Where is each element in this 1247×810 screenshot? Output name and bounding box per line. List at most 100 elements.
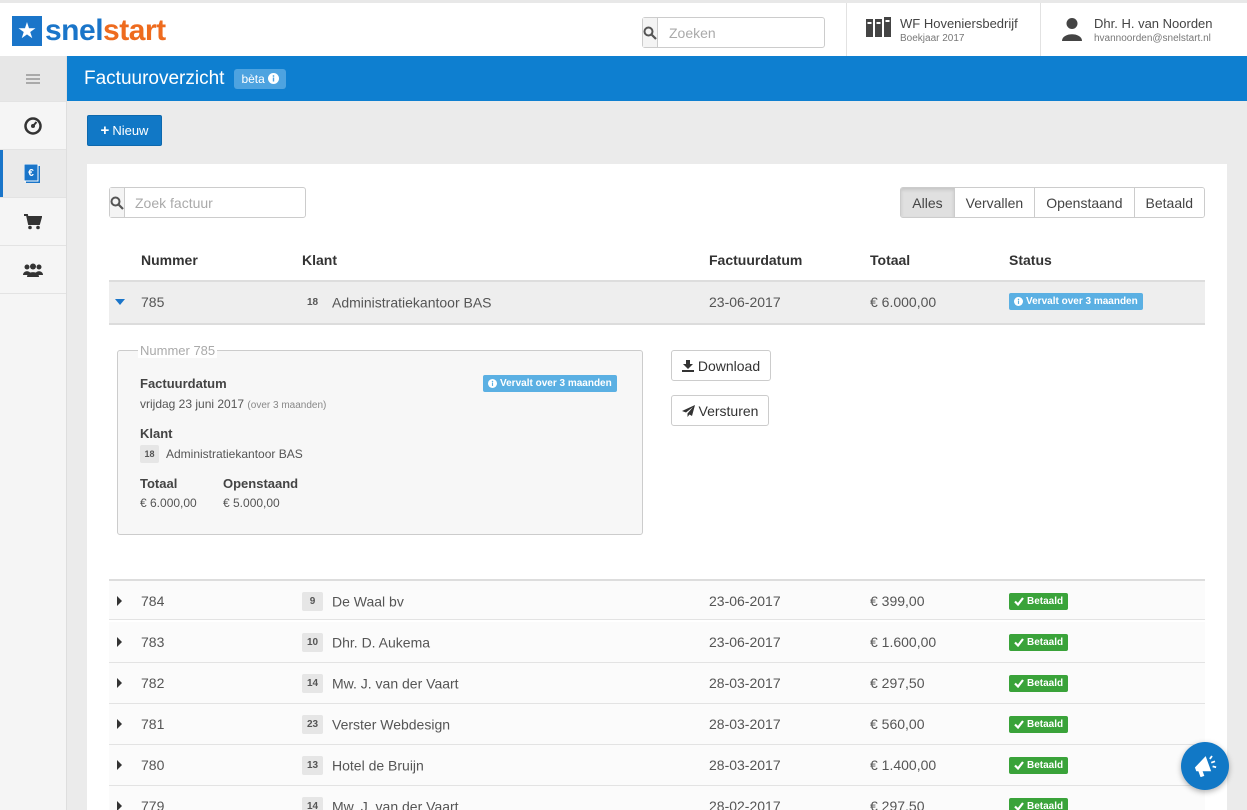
filter-overdue[interactable]: Vervallen [953,188,1035,217]
expand-caret-icon[interactable] [117,637,122,647]
detail-legend: Nummer 785 [138,343,218,358]
invoice-number: 782 [141,675,165,691]
client-number: 13 [302,756,323,775]
table-row-expanded[interactable]: 785 18 Administratiekantoor BAS 23-06-201… [109,282,1205,325]
detail-client-label: Klant [140,426,173,441]
invoice-date: 28-03-2017 [709,716,781,732]
invoice-total: € 399,00 [870,593,925,609]
table-row[interactable]: 782 14 Mw. J. van der Vaart 28-03-2017 € … [109,663,1205,704]
header-divider [846,3,847,59]
invoice-detail-fieldset: Nummer 785 Factuurdatum vrijdag 23 juni … [117,343,643,535]
sidebar-item-orders[interactable] [0,198,66,246]
column-number[interactable]: Nummer [141,252,198,268]
client-name: De Waal bv [332,593,404,610]
beta-label: bèta [241,71,265,86]
column-date[interactable]: Factuurdatum [709,252,802,268]
client-number: 14 [302,674,323,693]
new-invoice-label: Nieuw [112,123,149,138]
cart-icon [24,213,42,229]
invoice-number: 783 [141,634,165,650]
expand-caret-icon[interactable] [117,760,122,770]
logo-text-snel: snel [45,14,104,47]
table-row[interactable]: 784 9 De Waal bv 23-06-2017 € 399,00 Beta… [109,579,1205,620]
search-icon[interactable] [110,188,125,217]
menu-icon [26,73,40,84]
download-label: Download [697,357,761,374]
detail-date-value: vrijdag 23 juni 2017 [140,397,245,411]
page-title: Factuuroverzicht [84,67,225,89]
client-number: 18 [306,297,319,308]
sidebar: € [0,56,67,810]
expand-caret-icon[interactable] [117,596,122,606]
feedback-button[interactable] [1181,742,1229,790]
status-label: Betaald [1027,719,1064,730]
check-icon [1014,679,1024,688]
status-label: Betaald [1027,596,1064,607]
star-icon: ★ [12,16,42,46]
user-email: hvannoorden@snelstart.nl [1094,33,1211,44]
fiscal-year: Boekjaar 2017 [900,33,965,44]
column-status[interactable]: Status [1009,252,1052,268]
status-label: Betaald [1027,760,1064,771]
sidebar-item-relations[interactable] [0,246,66,294]
search-icon[interactable] [643,18,658,47]
check-icon [1014,761,1024,770]
snelstart-logo[interactable]: ★ snelstart [12,15,166,47]
expand-caret-icon[interactable] [117,801,122,810]
download-button[interactable]: Download [671,350,771,381]
status-badge: Betaald [1009,716,1069,733]
table-row[interactable]: 780 13 Hotel de Bruijn 28-03-2017 € 1.400… [109,745,1205,786]
filter-paid[interactable]: Betaald [1133,188,1204,217]
detail-total-label: Totaal [140,476,178,491]
user-menu[interactable]: Dhr. H. van Noorden hvannoorden@snelstar… [1061,17,1213,46]
invoice-total: € 297,50 [870,798,925,810]
client-number: 9 [302,592,323,611]
invoice-search-input[interactable] [125,188,316,217]
sidebar-menu-toggle[interactable] [0,56,66,102]
status-badge: Betaald [1009,798,1069,810]
user-icon [1062,18,1082,41]
status-badge: Betaald [1009,757,1069,774]
books-icon [866,17,891,37]
invoice-number: 784 [141,593,165,609]
filter-open[interactable]: Openstaand [1034,188,1134,217]
invoice-card: Alles Vervallen Openstaand Betaald Numme… [87,164,1227,810]
table-row[interactable]: 781 23 Verster Webdesign 28-03-2017 € 560… [109,704,1205,745]
table-row[interactable]: 783 10 Dhr. D. Aukema 23-06-2017 € 1.600,… [109,622,1205,663]
invoice-number: 779 [141,798,165,810]
info-icon [488,379,497,388]
sidebar-item-dashboard[interactable] [0,102,66,150]
company-name: WF Hoveniersbedrijf [900,16,1018,31]
client-name: Verster Webdesign [332,716,451,733]
client-name: Mw. J. van der Vaart [332,798,459,810]
global-search [642,17,850,48]
sidebar-item-invoices[interactable]: € [0,150,66,198]
info-icon [267,73,279,84]
column-client[interactable]: Klant [302,252,337,268]
invoice-date: 23-06-2017 [709,294,781,310]
dashboard-icon [24,116,42,135]
detail-client-name: Administratiekantoor BAS [166,447,303,461]
collapse-caret-icon[interactable] [115,299,125,305]
detail-client-number: 18 [140,445,159,463]
invoice-total: € 6.000,00 [870,294,937,310]
status-label: Betaald [1027,801,1064,810]
new-invoice-button[interactable]: + Nieuw [87,115,162,146]
status-badge: Betaald [1009,675,1069,692]
expand-caret-icon[interactable] [117,678,122,688]
invoice-total: € 297,50 [870,675,925,691]
client-name: Hotel de Bruijn [332,757,424,774]
invoice-number: 781 [141,716,165,732]
company-switcher[interactable]: WF Hoveniersbedrijf Boekjaar 2017 [866,17,1018,46]
send-button[interactable]: Versturen [671,395,769,426]
download-icon [681,359,694,372]
beta-badge[interactable]: bèta [234,68,286,89]
invoice-detail: Nummer 785 Factuurdatum vrijdag 23 juni … [109,325,1205,579]
global-search-input[interactable] [658,18,850,47]
top-header: ★ snelstart WF Hoveniersbedrijf Boekjaar… [0,0,1247,59]
expand-caret-icon[interactable] [117,719,122,729]
column-total[interactable]: Totaal [870,252,910,268]
table-row[interactable]: 779 14 Mw. J. van der Vaart 28-02-2017 € … [109,786,1205,810]
invoice-total: € 560,00 [870,716,925,732]
filter-all[interactable]: Alles [901,188,954,217]
